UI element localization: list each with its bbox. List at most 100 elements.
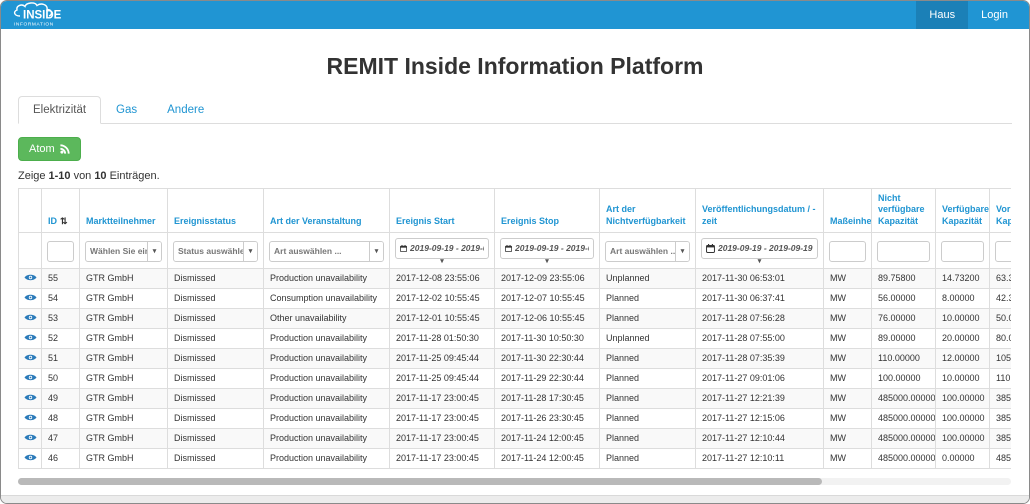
cell-nicht-verf-gbare-kapazit-t: 485000.00000 xyxy=(872,388,936,408)
cell-ma-einheit: MW xyxy=(824,388,872,408)
column-label: Verfügbare Kapazität xyxy=(942,204,989,225)
cell-vorhandene-kapazit-t: 42.34200 xyxy=(990,288,1012,308)
cell-art-der-veranstaltung: Production unavailability xyxy=(264,428,390,448)
cell-nicht-verf-gbare-kapazit-t: 89.75800 xyxy=(872,268,936,288)
filter-input-vorhandene-kapazit-t[interactable] xyxy=(995,241,1011,262)
table-row: 51GTR GmbHDismissedProduction unavailabi… xyxy=(19,348,1012,368)
filter-input-nicht-verf-gbare-kapazit-t[interactable] xyxy=(877,241,930,262)
cell-ereignis-stop: 2017-12-07 10:55:45 xyxy=(495,288,600,308)
table-row: 47GTR GmbHDismissedProduction unavailabi… xyxy=(19,428,1012,448)
filter-select-art-der-nichtverf-gbarkeit[interactable]: Art auswählen ...▾ xyxy=(605,241,690,262)
filter-cell-ereignis-stop: 2019-09-19 - 2019-09-19▾ xyxy=(495,232,600,268)
eye-icon[interactable] xyxy=(24,373,37,382)
app-logo[interactable]: INSIDE INFORMATION xyxy=(1,1,73,29)
eye-icon[interactable] xyxy=(24,313,37,322)
summary-range: 1-10 xyxy=(49,170,71,182)
tab-elektrizitaet[interactable]: Elektrizität xyxy=(18,96,101,124)
column-header-ma-einheit: Maßeinheit xyxy=(824,189,872,233)
cell-verf-gbare-kapazit-t: 100.00000 xyxy=(936,388,990,408)
sort-icon[interactable]: ⇅ xyxy=(60,216,68,226)
cell-art-der-veranstaltung: Production unavailability xyxy=(264,268,390,288)
column-header-id[interactable]: ID⇅ xyxy=(42,189,80,233)
column-label: Ereignis Stop xyxy=(501,216,559,226)
results-summary: Zeige 1-10 von 10 Einträgen. xyxy=(18,170,1012,182)
tab-andere[interactable]: Andere xyxy=(152,96,219,124)
cell-ma-einheit: MW xyxy=(824,308,872,328)
view-record-button[interactable] xyxy=(19,368,42,388)
horizontal-scrollbar-track[interactable] xyxy=(18,478,1011,485)
cell-id: 53 xyxy=(42,308,80,328)
cell-marktteilnehmer: GTR GmbH xyxy=(80,328,168,348)
cell-art-der-nichtverf-gbarkeit: Planned xyxy=(600,308,696,328)
filter-input-verf-gbare-kapazit-t[interactable] xyxy=(941,241,984,262)
cell-art-der-veranstaltung: Production unavailability xyxy=(264,348,390,368)
cell-verf-gbare-kapazit-t: 100.00000 xyxy=(936,428,990,448)
cell-art-der-nichtverf-gbarkeit: Planned xyxy=(600,348,696,368)
filter-input-ma-einheit[interactable] xyxy=(829,241,866,262)
cell-marktteilnehmer: GTR GmbH xyxy=(80,428,168,448)
eye-icon[interactable] xyxy=(24,433,37,442)
filter-select-marktteilnehmer[interactable]: Wählen Sie eine MP ...▾ xyxy=(85,241,162,262)
view-record-button[interactable] xyxy=(19,328,42,348)
view-record-button[interactable] xyxy=(19,388,42,408)
view-record-button[interactable] xyxy=(19,428,42,448)
filter-daterange-ereignis-stop[interactable]: 2019-09-19 - 2019-09-19 xyxy=(500,238,594,259)
filter-cell-art-der-nichtverf-gbarkeit: Art auswählen ...▾ xyxy=(600,232,696,268)
view-record-button[interactable] xyxy=(19,448,42,468)
filter-cell-ma-einheit xyxy=(824,232,872,268)
daterange-value: 2019-09-19 - 2019-09-19 xyxy=(718,243,813,253)
cell-vorhandene-kapazit-t: 63.32100 xyxy=(990,268,1012,288)
column-label: Art der Nichtverfügbarkeit xyxy=(606,204,686,225)
cell-vorhandene-kapazit-t: 110.00000 xyxy=(990,368,1012,388)
tab-gas[interactable]: Gas xyxy=(101,96,152,124)
cell-ereignisstatus: Dismissed xyxy=(168,348,264,368)
summary-suffix: Einträgen. xyxy=(110,170,160,182)
nav-item-login[interactable]: Login xyxy=(968,1,1021,29)
cell-ereignis-stop: 2017-11-30 10:50:30 xyxy=(495,328,600,348)
cell-ereignisstatus: Dismissed xyxy=(168,268,264,288)
filter-select-ereignisstatus[interactable]: Status auswählen ...▾ xyxy=(173,241,258,262)
cell-verf-gbare-kapazit-t: 20.00000 xyxy=(936,328,990,348)
logo-text-information: INFORMATION xyxy=(14,22,54,28)
filter-input-id[interactable] xyxy=(47,241,74,262)
eye-icon[interactable] xyxy=(24,413,37,422)
eye-icon[interactable] xyxy=(24,273,37,282)
atom-feed-button[interactable]: Atom xyxy=(18,137,81,161)
eye-icon[interactable] xyxy=(24,293,37,302)
cell-art-der-nichtverf-gbarkeit: Planned xyxy=(600,408,696,428)
cell-marktteilnehmer: GTR GmbH xyxy=(80,448,168,468)
view-record-button[interactable] xyxy=(19,268,42,288)
filter-cell-art-der-veranstaltung: Art auswählen ...▾ xyxy=(264,232,390,268)
view-record-button[interactable] xyxy=(19,308,42,328)
cell-ver-ffentlichungsdatum-zeit: 2017-11-30 06:37:41 xyxy=(696,288,824,308)
cell-ereignis-stop: 2017-11-29 22:30:44 xyxy=(495,368,600,388)
nav-item-haus[interactable]: Haus xyxy=(916,1,968,29)
cell-ereignis-start: 2017-11-25 09:45:44 xyxy=(390,348,495,368)
filter-select-art-der-veranstaltung[interactable]: Art auswählen ...▾ xyxy=(269,241,384,262)
horizontal-scrollbar-thumb[interactable] xyxy=(18,478,822,485)
view-record-button[interactable] xyxy=(19,408,42,428)
view-record-button[interactable] xyxy=(19,348,42,368)
cell-art-der-veranstaltung: Consumption unavailability xyxy=(264,288,390,308)
cell-ver-ffentlichungsdatum-zeit: 2017-11-27 12:10:11 xyxy=(696,448,824,468)
filter-daterange-ereignis-start[interactable]: 2019-09-19 - 2019-09-19 xyxy=(395,238,489,259)
eye-icon[interactable] xyxy=(24,393,37,402)
cell-verf-gbare-kapazit-t: 100.00000 xyxy=(936,408,990,428)
filter-daterange-ver-ffentlichungsdatum-zeit[interactable]: 2019-09-19 - 2019-09-19 xyxy=(701,238,818,259)
table-row: 46GTR GmbHDismissedProduction unavailabi… xyxy=(19,448,1012,468)
table-row: 48GTR GmbHDismissedProduction unavailabi… xyxy=(19,408,1012,428)
column-header-marktteilnehmer: Marktteilnehmer xyxy=(80,189,168,233)
main-content: Elektrizität Gas Andere Atom Zeige 1-10 … xyxy=(1,96,1029,485)
cell-art-der-veranstaltung: Other unavailability xyxy=(264,308,390,328)
atom-button-label: Atom xyxy=(29,143,55,155)
cell-ereignisstatus: Dismissed xyxy=(168,408,264,428)
table-row: 54GTR GmbHDismissedConsumption unavailab… xyxy=(19,288,1012,308)
view-record-button[interactable] xyxy=(19,288,42,308)
cell-ma-einheit: MW xyxy=(824,368,872,388)
cell-marktteilnehmer: GTR GmbH xyxy=(80,368,168,388)
cell-marktteilnehmer: GTR GmbH xyxy=(80,388,168,408)
cell-ver-ffentlichungsdatum-zeit: 2017-11-28 07:35:39 xyxy=(696,348,824,368)
eye-icon[interactable] xyxy=(24,453,37,462)
eye-icon[interactable] xyxy=(24,353,37,362)
eye-icon[interactable] xyxy=(24,333,37,342)
